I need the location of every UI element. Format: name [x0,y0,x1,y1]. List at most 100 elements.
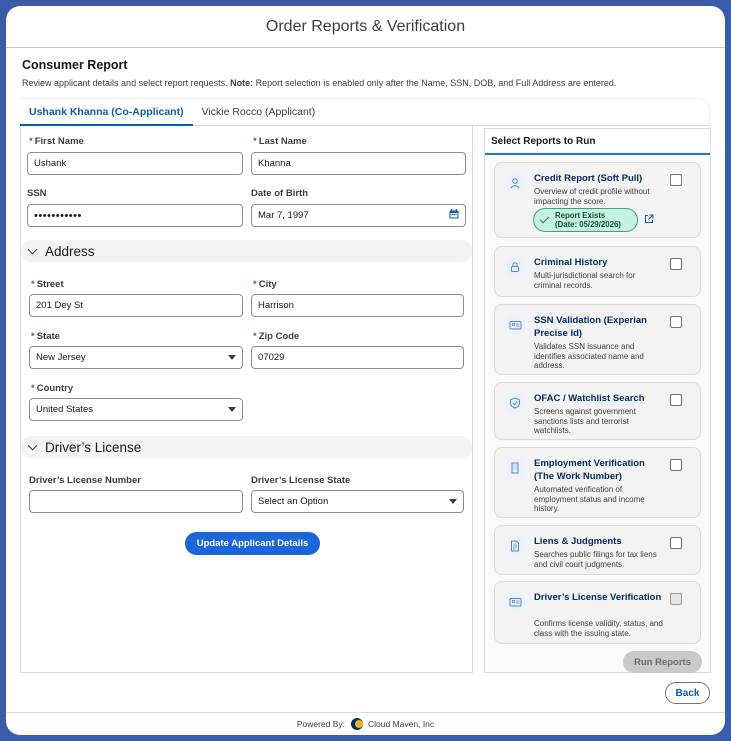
report-card-ofac: OFAC / Watchlist Search Screens against … [494,382,701,440]
report-title: Credit Report (Soft Pull) [534,173,643,184]
dob-value: Mar 7, 1997 [258,210,309,221]
ssn-input[interactable]: ••••••••••• [27,204,243,227]
report-title: OFAC / Watchlist Search [534,393,645,404]
last-name-input[interactable]: Khanna [251,152,466,175]
license-state-label: Driver’s License State [251,475,351,486]
address-section-title: Address [45,243,95,259]
checkmark-icon [539,213,550,224]
tab-co-applicant[interactable]: Ushank Khanna (Co-Applicant) [20,99,193,126]
required-marker: * [253,279,257,290]
reports-panel: Select Reports to Run Credit Report (Sof… [484,128,711,673]
state-select[interactable]: New Jersey [29,346,243,369]
applicant-tabs: Ushank Khanna (Co-Applicant) Vickie Rocc… [20,98,710,126]
document-icon [505,536,525,556]
required-marker: * [253,331,257,342]
zip-label: * Zip Code [253,331,300,342]
report-description: Multi-jurisdictional search for criminal… [534,271,636,290]
back-button[interactable]: Back [665,682,710,704]
section-description: Review applicant details and select repo… [22,78,709,88]
id-card-icon [505,315,525,335]
chevron-down-icon [228,355,236,360]
address-section-toggle[interactable]: Address [21,240,472,262]
order-reports-modal: Order Reports & Verification Consumer Re… [6,6,725,735]
country-select[interactable]: United States [29,398,243,421]
state-value: New Jersey [36,352,86,363]
report-description: Confirms license validity, status, and c… [534,619,663,638]
chevron-down-icon [27,244,38,254]
shield-icon [505,393,525,413]
ssn-label: SSN [27,188,47,199]
country-value: United States [36,404,94,415]
required-marker: * [29,136,33,147]
report-card-ssn-validation: SSN Validation (Experian Precise Id) Val… [494,304,701,375]
license-number-label: Driver’s License Number [29,475,141,486]
note-text: Report selection is enabled only after t… [255,78,617,88]
external-link-icon[interactable] [644,211,654,229]
modal-header: Order Reports & Verification [6,6,725,48]
powered-by-label: Powered By: [296,719,346,729]
calendar-icon[interactable] [449,209,459,222]
license-number-input[interactable] [29,490,243,513]
required-marker: * [253,136,257,147]
street-input[interactable]: 201 Dey St [29,294,243,317]
chevron-down-icon [27,440,38,450]
street-label: * Street [31,279,64,290]
license-section-toggle[interactable]: Driver’s License [21,436,472,458]
report-checkbox-employment[interactable] [670,459,682,471]
report-checkbox-license[interactable] [670,593,682,605]
required-marker: * [31,331,35,342]
report-card-credit: Credit Report (Soft Pull) Overview of cr… [494,162,701,238]
report-description: Screens against government sanctions lis… [534,407,636,435]
dob-input[interactable]: Mar 7, 1997 [251,204,466,227]
report-card-employment: Employment Verification (The Work Number… [494,447,701,518]
tab-applicant[interactable]: Vickie Rocco (Applicant) [193,99,325,125]
country-label: * Country [31,383,74,394]
cloud-maven-logo-icon [351,718,364,730]
company-name: Cloud Maven, Inc [368,719,435,729]
report-card-license: Driver’s License Verification Confirms l… [494,581,701,644]
building-icon [505,458,525,478]
footer: Powered By: Cloud Maven, Inc [6,712,725,735]
report-title: SSN Validation (Experian Precise Id) [534,315,647,339]
first-name-label: * First Name [29,136,84,147]
report-title: Driver’s License Verification [534,592,662,603]
last-name-label: * Last Name [253,136,307,147]
chevron-down-icon [449,499,457,504]
city-input[interactable]: Harrison [251,294,464,317]
report-checkbox-ofac[interactable] [670,394,682,406]
badge-line-2: (Date: 05/29/2026) [555,220,621,229]
report-title: Criminal History [534,257,608,268]
report-description: Overview of credit profile without impac… [534,187,650,206]
intro-desc-text: Review applicant details and select repo… [22,78,228,88]
run-reports-button[interactable]: Run Reports [623,651,702,673]
license-state-select[interactable]: Select an Option [251,490,464,513]
report-description: Automated verification of employment sta… [534,485,645,513]
license-icon [505,592,525,612]
badge-line-1: Report Exists [555,211,606,220]
report-checkbox-liens[interactable] [670,537,682,549]
license-state-value: Select an Option [258,496,329,507]
report-checkbox-criminal[interactable] [670,258,682,270]
lock-icon [505,257,525,277]
chevron-down-icon [228,407,236,412]
applicant-form: * First Name Ushank * Last Name Khanna SSN… [20,126,473,673]
intro: Consumer Report Review applicant details… [22,58,709,88]
report-description: Searches public filings for tax liens an… [534,550,657,569]
city-label: * City [253,279,277,290]
report-card-liens: Liens & Judgments Searches public filing… [494,525,701,575]
report-checkbox-credit[interactable] [670,174,682,186]
state-label: * State [31,331,60,342]
required-marker: * [31,383,35,394]
license-section-title: Driver’s License [45,439,142,455]
update-applicant-button[interactable]: Update Applicant Details [185,532,320,555]
required-marker: * [31,279,35,290]
report-description: Validates SSN issuance and identifies as… [534,342,644,370]
zip-input[interactable]: 07029 [251,346,464,369]
report-title: Employment Verification (The Work Number… [534,458,645,482]
first-name-input[interactable]: Ushank [27,152,243,175]
dob-label: Date of Birth [251,188,308,199]
report-exists-badge: Report Exists (Date: 05/29/2026) [533,208,638,232]
report-title: Liens & Judgments [534,536,622,547]
report-checkbox-ssn-validation[interactable] [670,316,682,328]
report-card-criminal: Criminal History Multi-jurisdictional se… [494,246,701,297]
